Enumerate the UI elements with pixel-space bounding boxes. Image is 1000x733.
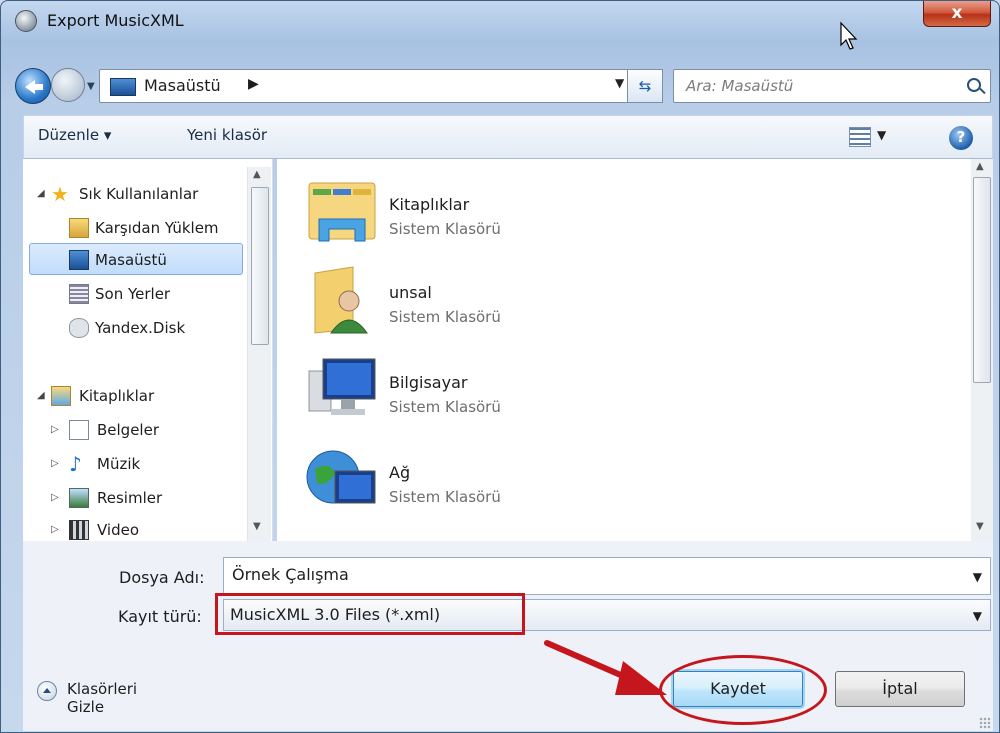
recent-places-icon — [69, 284, 89, 304]
breadcrumb-arrow-icon[interactable]: ▶ — [248, 76, 259, 92]
file-type: Sistem Klasörü — [389, 488, 501, 506]
expand-arrow-icon[interactable]: ▷ — [51, 449, 59, 479]
address-bar[interactable]: Masaüstü ▶ ▼ — [99, 69, 659, 103]
help-icon[interactable]: ? — [949, 126, 973, 150]
sidebar-item-label: Belgeler — [97, 421, 159, 439]
back-arrow-icon[interactable] — [15, 68, 51, 104]
highlight-circle-annotation — [659, 655, 827, 725]
command-bar: Düzenle ▾ Yeni klasör ▼ ? — [23, 115, 993, 159]
close-button[interactable]: x — [923, 1, 991, 27]
pictures-icon — [69, 488, 89, 508]
star-icon: ★ — [51, 182, 69, 206]
cloud-disk-icon — [69, 318, 89, 338]
search-icon[interactable] — [967, 78, 981, 92]
file-name: Kitaplıklar — [389, 195, 470, 214]
scroll-down-icon[interactable]: ▼ — [253, 521, 261, 532]
music-note-icon: ♪ — [69, 452, 82, 476]
filename-field[interactable]: Örnek Çalışma ▼ — [223, 557, 991, 595]
highlight-box-annotation — [215, 593, 525, 635]
scroll-up-icon[interactable]: ▲ — [253, 169, 261, 180]
computer-icon — [308, 358, 376, 415]
mouse-cursor-icon — [840, 21, 858, 50]
app-icon — [15, 10, 37, 32]
refresh-button[interactable]: ⇆ — [627, 69, 663, 103]
view-dropdown-icon[interactable]: ▼ — [877, 128, 886, 142]
desktop-icon — [69, 250, 89, 270]
list-item[interactable]: unsal Sistem Klasörü — [305, 263, 705, 343]
scroll-down-icon[interactable]: ▼ — [976, 521, 984, 532]
user-folder-icon — [314, 266, 368, 334]
file-list: Kitaplıklar Sistem Klasörü unsal Sistem … — [277, 159, 971, 541]
resize-grip-icon[interactable] — [979, 717, 991, 729]
sidebar-item-label: Kitaplıklar — [79, 387, 155, 405]
downloads-folder-icon — [69, 218, 89, 238]
address-dropdown-icon[interactable]: ▼ — [615, 76, 624, 90]
list-item[interactable]: Bilgisayar Sistem Klasörü — [305, 353, 705, 433]
list-item[interactable]: Ağ Sistem Klasörü — [305, 443, 705, 523]
file-list-scroll-thumb[interactable] — [973, 177, 991, 383]
save-dialog-window: Export MusicXML x ▼ Masaüstü ▶ ▼ ⇆ Ara: … — [0, 0, 1000, 733]
filetype-label: Kayıt türü: — [118, 607, 202, 626]
address-location[interactable]: Masaüstü — [144, 76, 221, 95]
file-type: Sistem Klasörü — [389, 398, 501, 416]
dialog-footer: Dosya Adı: Örnek Çalışma ▼ Kayıt türü: M… — [23, 541, 993, 731]
file-type: Sistem Klasörü — [389, 220, 501, 238]
sidebar-scrollbar[interactable]: ▲ ▼ — [247, 167, 271, 541]
sidebar-item-label: Masaüstü — [95, 251, 167, 269]
sidebar-item-label: Müzik — [97, 455, 141, 473]
film-strip-icon — [69, 520, 89, 540]
scroll-up-icon[interactable]: ▲ — [976, 161, 984, 172]
new-folder-button[interactable]: Yeni klasör — [187, 126, 267, 144]
file-list-scrollbar[interactable]: ▲ ▼ — [971, 159, 993, 541]
desktop-icon — [110, 78, 136, 96]
file-name: Ağ — [389, 463, 411, 482]
search-box[interactable]: Ara: Masaüstü — [673, 69, 991, 103]
collapse-arrow-icon[interactable]: ◢ — [37, 381, 45, 411]
cancel-button[interactable]: İptal — [835, 671, 965, 707]
hide-folders-label: Klasörleri Gizle — [67, 680, 138, 716]
sidebar-item-label: Resimler — [97, 489, 163, 507]
chevron-up-icon — [37, 681, 57, 701]
list-item[interactable]: Kitaplıklar Sistem Klasörü — [305, 175, 705, 255]
file-name: unsal — [389, 283, 432, 302]
window-title: Export MusicXML — [47, 11, 184, 30]
file-type: Sistem Klasörü — [389, 308, 501, 326]
search-input[interactable]: Ara: Masaüstü — [686, 77, 793, 95]
forward-arrow-icon[interactable] — [51, 68, 85, 102]
navigation-pane: ◢ ★ Sık Kullanılanlar Karşıdan Yüklem Ma… — [23, 159, 273, 541]
document-icon — [69, 420, 89, 440]
filename-dropdown-icon[interactable]: ▼ — [973, 570, 982, 584]
view-options-icon[interactable] — [849, 127, 871, 147]
libraries-folder-icon — [51, 386, 71, 406]
file-name: Bilgisayar — [389, 373, 468, 392]
collapse-arrow-icon[interactable]: ◢ — [37, 179, 45, 209]
network-globe-icon — [306, 450, 376, 504]
filename-label: Dosya Adı: — [119, 568, 205, 587]
sidebar-item-label: Son Yerler — [95, 285, 171, 303]
expand-arrow-icon[interactable]: ▷ — [51, 483, 59, 513]
expand-arrow-icon[interactable]: ▷ — [51, 415, 59, 445]
sidebar-item-label: Sık Kullanılanlar — [79, 185, 199, 203]
libraries-folder-icon — [308, 182, 376, 242]
filetype-dropdown-icon[interactable]: ▼ — [973, 609, 982, 623]
sidebar-scroll-thumb[interactable] — [251, 187, 269, 345]
organize-button[interactable]: Düzenle ▾ — [38, 126, 111, 144]
filename-value[interactable]: Örnek Çalışma — [232, 565, 349, 584]
annotation-arrow-icon — [544, 640, 667, 695]
sidebar-item-label: Yandex.Disk — [95, 319, 186, 337]
sidebar-item-label: Karşıdan Yüklem — [95, 219, 219, 237]
history-dropdown-icon[interactable]: ▼ — [87, 81, 99, 93]
